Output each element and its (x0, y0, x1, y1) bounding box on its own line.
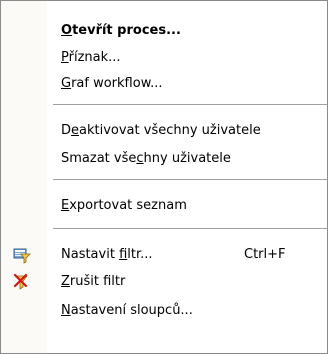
menu-item-label: Nastavit filtr... (61, 247, 153, 262)
menu-item-label: Nastavení sloupců... (61, 303, 193, 318)
menu-item-label: Deaktivovat všechny uživatele (61, 123, 261, 138)
menu-item-workflow-graph[interactable]: Graf workflow... (1, 71, 327, 97)
menu-item-delete-all-users[interactable]: Smazat všechny uživatele (1, 146, 327, 172)
filter-clear-icon (13, 273, 31, 291)
menu-item-shortcut: Ctrl+F (244, 247, 286, 262)
menu-item-clear-filter[interactable]: Zrušit filtr (1, 269, 327, 295)
menu-item-export-list[interactable]: Exportovat seznam (1, 193, 327, 219)
menu-item-deactivate-all-users[interactable]: Deaktivovat všechny uživatele (1, 118, 327, 144)
menu-item-label: Otevřít proces... (61, 23, 181, 38)
menu-item-set-filter[interactable]: Nastavit filtr... Ctrl+F (1, 242, 327, 268)
filter-set-icon (13, 246, 31, 264)
menu-item-label: Exportovat seznam (61, 198, 187, 213)
menu-item-column-settings[interactable]: Nastavení sloupců... (1, 298, 327, 324)
menu-separator (53, 104, 327, 105)
menu-item-flag[interactable]: Příznak... (1, 45, 327, 71)
menu-separator (53, 179, 327, 180)
menu-item-label: Zrušit filtr (61, 274, 126, 289)
context-menu: Otevřít proces... Příznak... Graf workfl… (0, 0, 328, 354)
menu-separator (53, 228, 327, 229)
menu-item-open-process[interactable]: Otevřít proces... (1, 18, 327, 44)
menu-item-label: Příznak... (61, 50, 121, 65)
menu-item-label: Graf workflow... (61, 76, 163, 91)
menu-item-label: Smazat všechny uživatele (61, 151, 231, 166)
